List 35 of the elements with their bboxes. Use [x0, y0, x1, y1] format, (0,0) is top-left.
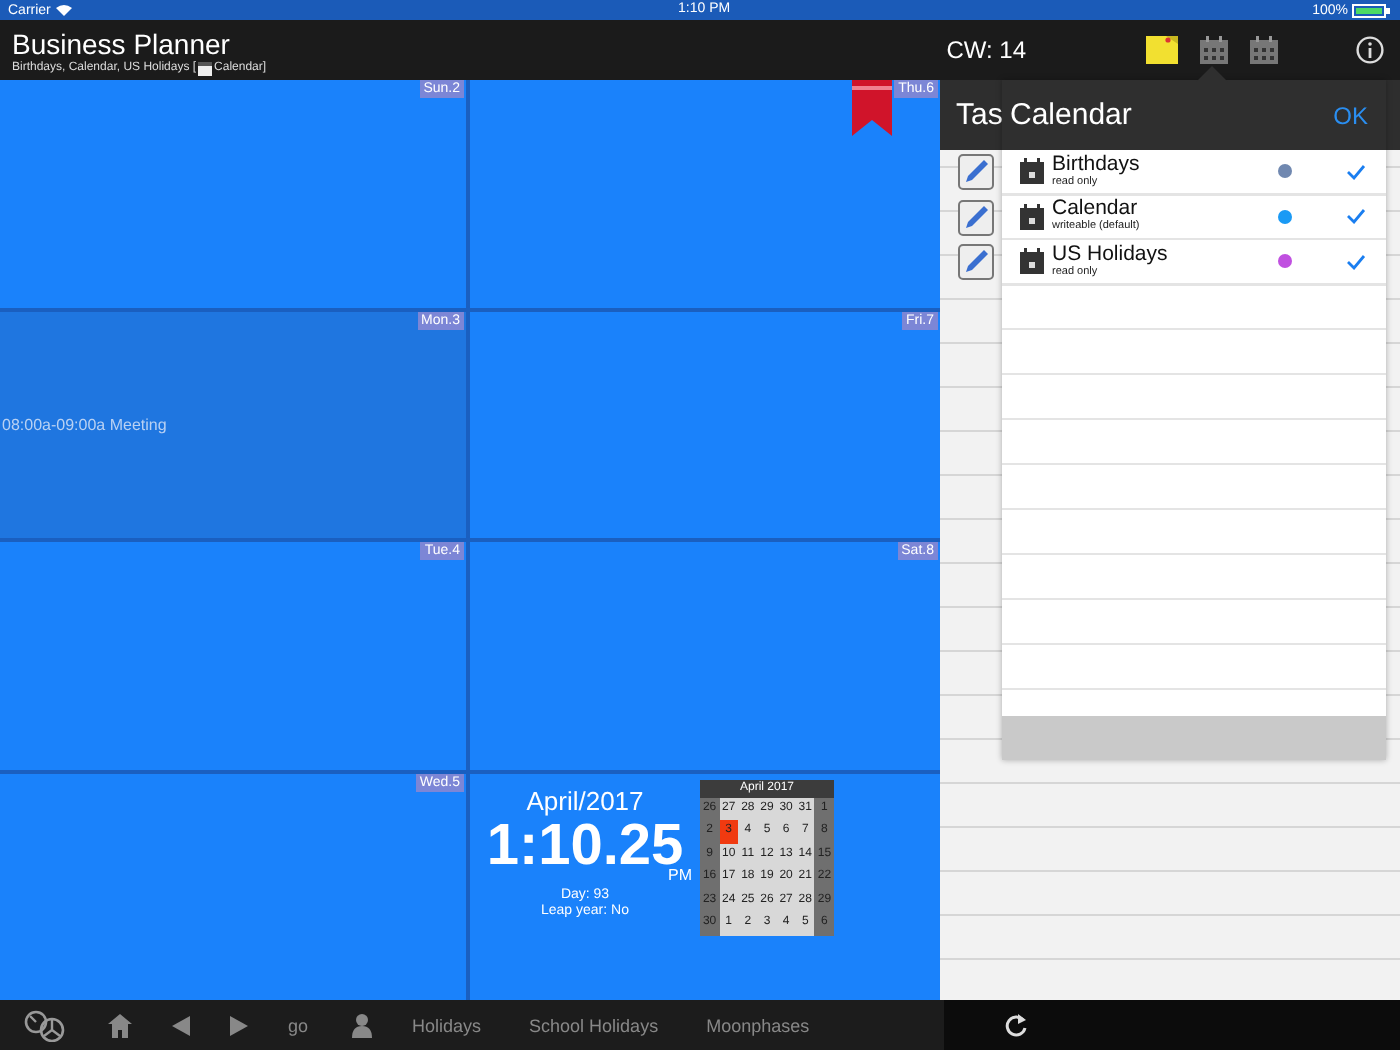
- forward-arrow-icon[interactable]: [230, 1015, 248, 1035]
- calendar-icon: [1020, 203, 1044, 230]
- week-number: CW: 14: [946, 36, 1026, 64]
- calendar-name: Calendar: [1052, 198, 1138, 221]
- checkmark-icon[interactable]: [1346, 253, 1366, 270]
- tasks-title: Tas: [956, 98, 1003, 132]
- checkmark-icon[interactable]: [1346, 208, 1366, 225]
- ok-button[interactable]: OK: [1333, 101, 1368, 129]
- calendar-icon: [198, 61, 213, 75]
- person-icon[interactable]: [352, 1013, 373, 1037]
- pencil-icon[interactable]: [958, 244, 994, 280]
- home-icon[interactable]: [108, 1013, 132, 1037]
- toolbar-button[interactable]: Moonphases: [706, 1015, 810, 1035]
- calendar-name: US Holidays: [1052, 243, 1170, 266]
- battery-icon: [1352, 3, 1392, 17]
- pencil-icon[interactable]: [958, 154, 994, 190]
- popover-title: Calendar: [1010, 98, 1132, 132]
- pencil-icon[interactable]: [958, 199, 994, 235]
- calendar-icon[interactable]: [1250, 36, 1278, 64]
- go-button[interactable]: go: [288, 1015, 309, 1035]
- calendar-icon: [1020, 158, 1044, 185]
- toolbar-button[interactable]: School Holidays: [529, 1015, 659, 1035]
- app-title: Business Planner: [12, 28, 232, 60]
- calendar-icon: [1020, 248, 1044, 275]
- refresh-icon[interactable]: [1004, 1012, 1028, 1038]
- info-icon[interactable]: [1356, 36, 1384, 64]
- checkmark-icon[interactable]: [1346, 163, 1366, 180]
- month-label: April/2017: [526, 785, 644, 815]
- wifi-icon: [56, 4, 73, 16]
- ampm-label: PM: [668, 865, 692, 883]
- gears-icon[interactable]: [24, 1009, 68, 1041]
- back-arrow-icon[interactable]: [172, 1015, 190, 1035]
- toolbar-button[interactable]: Holidays: [412, 1015, 482, 1035]
- calendar-icon[interactable]: [1200, 36, 1228, 64]
- calendar-name: Birthdays: [1052, 153, 1142, 176]
